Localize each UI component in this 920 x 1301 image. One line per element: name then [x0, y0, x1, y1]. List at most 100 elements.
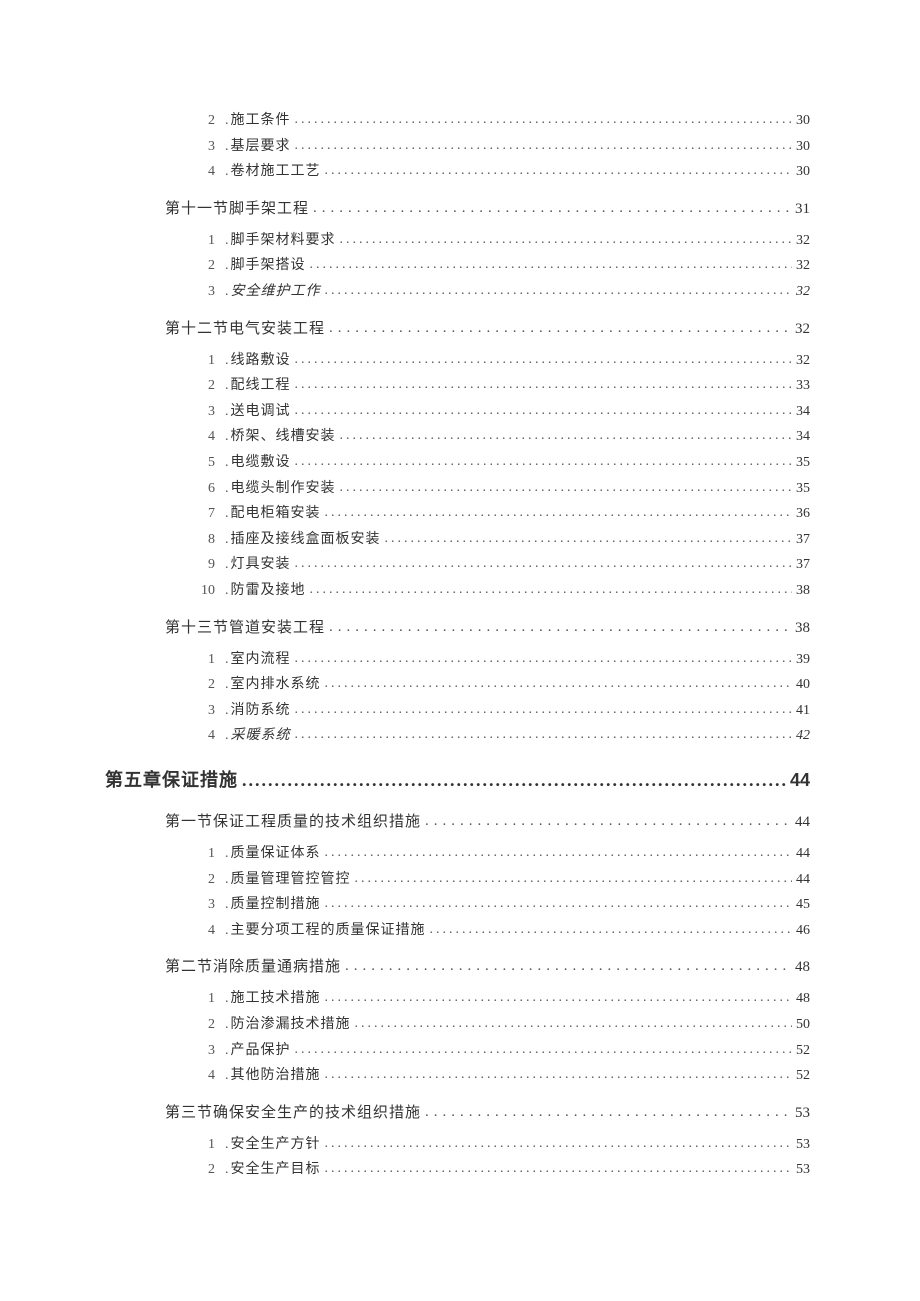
toc-item-title: 灯具安装 [231, 555, 291, 575]
toc-page-number: 53 [795, 1103, 810, 1124]
toc-leader-dots [345, 956, 791, 971]
toc-page-number: 45 [796, 895, 810, 915]
toc-entry-number: 2 [197, 376, 215, 396]
toc-page-number: 32 [796, 231, 810, 251]
toc-page-number: 32 [796, 282, 810, 302]
toc-page-number: 46 [796, 921, 810, 941]
toc-page-number: 52 [796, 1066, 810, 1086]
toc-entry-number: 8 [197, 530, 215, 550]
toc-entry: 1. 室内流程39 [197, 649, 810, 670]
toc-entry-dot: . [225, 479, 229, 499]
toc-entry: 7. 配电柜箱安装36 [197, 503, 810, 524]
toc-entry-number: 10 [197, 581, 215, 601]
toc-entry-dot: . [225, 1066, 229, 1086]
toc-page-number: 33 [796, 376, 810, 396]
toc-chapter-title: 第五章保证措施 [105, 768, 238, 793]
toc-leader-dots [329, 318, 791, 333]
toc-page-number: 38 [796, 581, 810, 601]
toc-entry-number: 6 [197, 479, 215, 499]
toc-leader-dots [295, 649, 793, 663]
toc-item-title: 插座及接线盒面板安装 [231, 530, 381, 550]
toc-page-number: 44 [796, 844, 810, 864]
toc-entry: 4. 其他防治措施52 [197, 1065, 810, 1086]
toc-entry-number: 3 [197, 895, 215, 915]
toc-section-title: 第三节确保安全生产的技术组织措施 [165, 1103, 421, 1124]
toc-entry-dot: . [225, 504, 229, 524]
toc-entry-number: 2 [197, 870, 215, 890]
toc-item-title: 主要分项工程的质量保证措施 [231, 921, 426, 941]
toc-entry-dot: . [225, 1041, 229, 1061]
toc-leader-dots [325, 503, 793, 517]
toc-entry-number: 3 [197, 137, 215, 157]
toc-leader-dots [325, 894, 793, 908]
toc-entry: 9. 灯具安装37 [197, 554, 810, 575]
toc-leader-dots [385, 529, 793, 543]
toc-entry-dot: . [225, 989, 229, 1009]
toc-entry: 2. 配线工程33 [197, 375, 810, 396]
toc-page-number: 30 [796, 111, 810, 131]
toc-leader-dots [325, 1065, 793, 1079]
toc-entry-number: 9 [197, 555, 215, 575]
toc-item-title: 电缆头制作安装 [231, 479, 336, 499]
toc-entry: 4. 桥架、线槽安装34 [197, 426, 810, 447]
toc-entry: 3. 消防系统41 [197, 700, 810, 721]
toc-entry-number: 1 [197, 650, 215, 670]
toc-entry-number: 3 [197, 1041, 215, 1061]
toc-page-number: 48 [795, 957, 810, 978]
toc-leader-dots [325, 988, 793, 1002]
toc-leader-dots [340, 426, 793, 440]
toc-leader-dots [295, 1040, 793, 1054]
toc-entry: 2. 室内排水系统40 [197, 674, 810, 695]
toc-item-title: 基层要求 [231, 137, 291, 157]
toc-page-number: 36 [796, 504, 810, 524]
toc-page-number: 32 [795, 319, 810, 340]
toc-entry-number: 3 [197, 402, 215, 422]
toc-item-title: 桥架、线槽安装 [231, 427, 336, 447]
toc-item-title: 线路敷设 [231, 351, 291, 371]
toc-entry-dot: . [225, 137, 229, 157]
toc-page-number: 53 [796, 1160, 810, 1180]
toc-entry-dot: . [225, 231, 229, 251]
toc-entry-dot: . [225, 111, 229, 131]
toc-leader-dots [242, 768, 786, 786]
toc-entry-number: 3 [197, 282, 215, 302]
toc-leader-dots [313, 198, 791, 213]
toc-entry-number: 5 [197, 453, 215, 473]
toc-page-number: 32 [796, 256, 810, 276]
toc-page-number: 39 [796, 650, 810, 670]
toc-entry: 第二节消除质量通病措施48 [165, 956, 810, 978]
toc-leader-dots [325, 843, 793, 857]
toc-item-title: 脚手架材料要求 [231, 231, 336, 251]
toc-page-number: 34 [796, 402, 810, 422]
toc-entry: 1. 脚手架材料要求 32 [197, 230, 810, 251]
toc-entry: 2. 质量管理管控管控44 [197, 869, 810, 890]
toc-item-title: 室内流程 [231, 650, 291, 670]
toc-entry-dot: . [225, 581, 229, 601]
toc-entry: 3. 送电调试34 [197, 401, 810, 422]
toc-entry: 5. 电缆敷设35 [197, 452, 810, 473]
toc-entry-dot: . [225, 427, 229, 447]
toc-entry-number: 1 [197, 231, 215, 251]
toc-entry: 3. 基层要求30 [197, 136, 810, 157]
toc-entry-dot: . [225, 675, 229, 695]
toc-item-title: 电缆敷设 [231, 453, 291, 473]
toc-leader-dots [295, 110, 793, 124]
toc-page-number: 44 [795, 812, 810, 833]
toc-entry-dot: . [225, 256, 229, 276]
toc-page-number: 50 [796, 1015, 810, 1035]
toc-leader-dots [295, 375, 793, 389]
toc-page-number: 42 [796, 726, 810, 746]
toc-entry: 4. 主要分项工程的质量保证措施46 [197, 920, 810, 941]
toc-entry-dot: . [225, 162, 229, 182]
toc-page-number: 32 [796, 351, 810, 371]
toc-page-number: 40 [796, 675, 810, 695]
toc-leader-dots [425, 811, 791, 826]
toc-entry-dot: . [225, 530, 229, 550]
toc-entry-dot: . [225, 402, 229, 422]
toc-section-title: 第一节保证工程质量的技术组织措施 [165, 812, 421, 833]
toc-page-number: 41 [796, 701, 810, 721]
toc-entry-dot: . [225, 844, 229, 864]
toc-entry: 1. 安全生产方针53 [197, 1134, 810, 1155]
toc-leader-dots [325, 1134, 793, 1148]
toc-leader-dots [295, 401, 793, 415]
